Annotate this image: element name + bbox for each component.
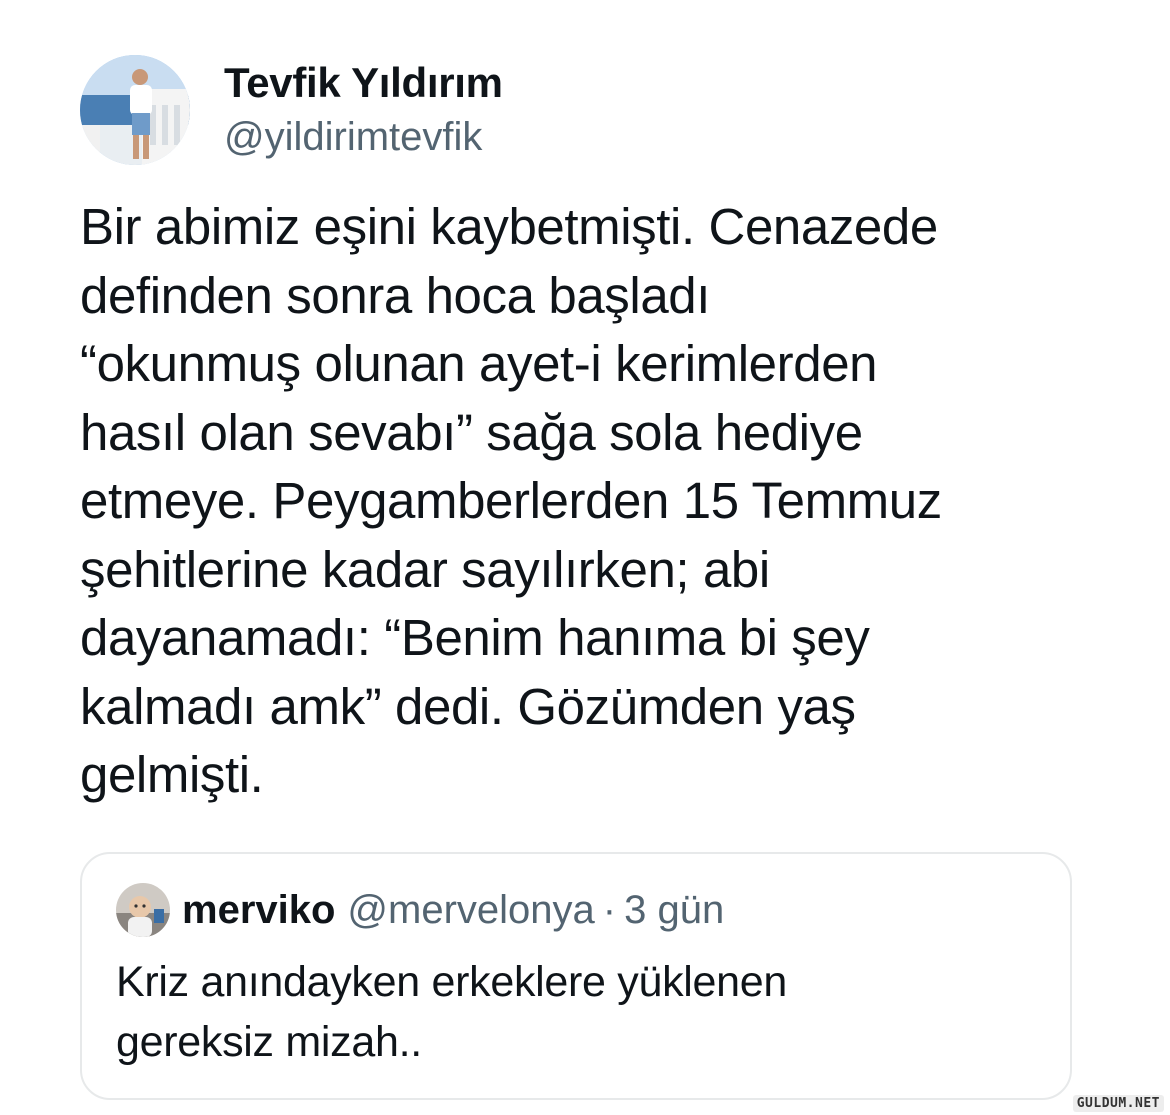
tweet-text: Bir abimiz eşini kaybetmişti. Cenazede d… <box>80 198 942 803</box>
quoted-tweet-text: Kriz anındayken erkeklere yüklenen gerek… <box>116 958 788 1066</box>
tweet-card: Tevfik Yıldırım @yildirimtevfik Bir abim… <box>0 0 1170 1115</box>
profile-photo-icon <box>80 55 190 165</box>
tweet-author: Tevfik Yıldırım @yildirimtevfik <box>80 54 503 166</box>
author-avatar[interactable] <box>80 55 190 165</box>
author-names: Tevfik Yıldırım @yildirimtevfik <box>224 58 503 162</box>
profile-photo-icon <box>116 883 170 937</box>
quoted-author-name[interactable]: merviko <box>182 888 335 933</box>
site-watermark: GULDUM.NET <box>1072 1095 1164 1112</box>
quoted-author-avatar[interactable] <box>116 883 170 937</box>
dot-separator: · <box>602 887 617 932</box>
author-display-name[interactable]: Tevfik Yıldırım <box>224 58 503 108</box>
quoted-author-handle[interactable]: @mervelonya <box>347 888 594 933</box>
quoted-tweet[interactable]: merviko @mervelonya · 3 gün Kriz anınday… <box>80 852 1072 1100</box>
author-handle[interactable]: @yildirimtevfik <box>224 112 503 162</box>
quoted-tweet-header: merviko @mervelonya · 3 gün <box>116 882 724 938</box>
quoted-timestamp[interactable]: 3 gün <box>624 888 724 933</box>
